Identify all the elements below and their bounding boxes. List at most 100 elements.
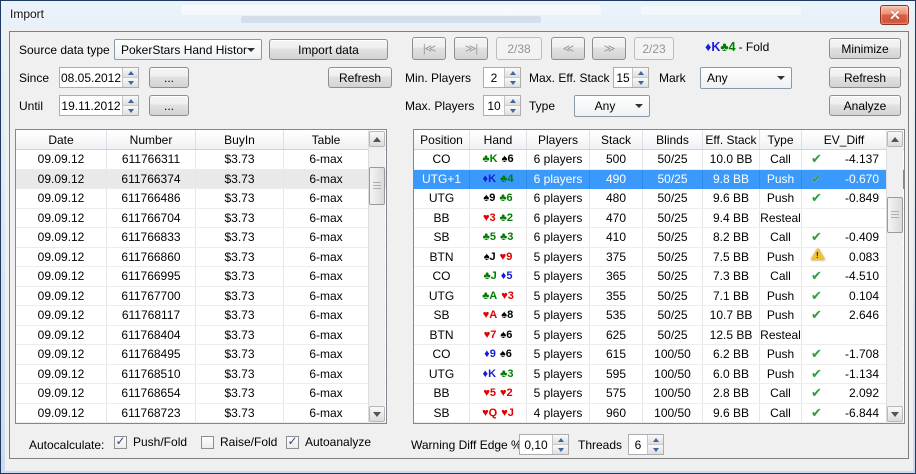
- column-header-players[interactable]: Players: [527, 130, 590, 149]
- scrollbar-thumb[interactable]: [887, 197, 903, 233]
- source-type-combobox[interactable]: PokerStars Hand History: [114, 39, 262, 60]
- column-header-position[interactable]: Position: [414, 130, 470, 149]
- raise-fold-checkbox[interactable]: Raise/Fold: [201, 435, 277, 449]
- scroll-up-icon[interactable]: [887, 131, 903, 147]
- hand-row[interactable]: CO♦9♠65 players615100/506.2 BBPush✔-1.70…: [414, 345, 904, 365]
- card-spade-6: ♠6: [500, 329, 512, 341]
- hand-row[interactable]: UTG+1♦K♣46 players49050/259.8 BBPush✔-0.…: [414, 170, 904, 190]
- hand-row[interactable]: CO♣K♠66 players50050/2510.0 BBCall✔-4.13…: [414, 150, 904, 170]
- push-fold-checkbox[interactable]: Push/Fold: [114, 435, 187, 449]
- minimize-button[interactable]: Minimize: [829, 38, 901, 59]
- table-cell: 5 players: [527, 306, 590, 325]
- column-header-number[interactable]: Number: [107, 130, 196, 149]
- tournament-row[interactable]: 09.09.12611766995$3.736-max: [16, 267, 386, 287]
- column-header-buyin[interactable]: BuyIn: [196, 130, 284, 149]
- prev-tournament-button[interactable]: ≪: [551, 37, 585, 60]
- tournament-row[interactable]: 09.09.12611768404$3.736-max: [16, 326, 386, 346]
- hand-row[interactable]: UTG♠9♣66 players48050/259.6 BBPush✔-0.84…: [414, 189, 904, 209]
- table-cell: 09.09.12: [16, 306, 107, 325]
- min-players-field[interactable]: 2: [483, 67, 521, 88]
- column-header-stack[interactable]: Stack: [590, 130, 643, 149]
- until-date-field[interactable]: 19.11.2012: [59, 95, 139, 116]
- card-heart-J: ♥J: [501, 407, 514, 419]
- tournament-row[interactable]: 09.09.12611766311$3.736-max: [16, 150, 386, 170]
- min-players-spinner[interactable]: [504, 68, 520, 87]
- table-cell: Push: [760, 365, 802, 384]
- card-diamond-K: ♦K: [483, 368, 497, 380]
- hand-row[interactable]: BB♥3♣26 players47050/259.4 BBResteal: [414, 209, 904, 229]
- last-hand-button[interactable]: ≫|: [454, 37, 488, 60]
- close-button[interactable]: [880, 5, 909, 25]
- tournament-row[interactable]: 09.09.12611766486$3.736-max: [16, 189, 386, 209]
- column-header-hand[interactable]: Hand: [470, 130, 527, 149]
- type-combobox[interactable]: Any: [574, 95, 650, 117]
- max-players-field[interactable]: 10: [483, 95, 521, 116]
- scroll-down-icon[interactable]: [369, 406, 385, 422]
- refresh-button[interactable]: Refresh: [328, 67, 392, 88]
- check-icon: ✔: [811, 346, 822, 362]
- checkbox-icon[interactable]: [286, 436, 299, 449]
- titlebar[interactable]: Import: [1, 1, 915, 28]
- import-data-button[interactable]: Import data: [269, 39, 388, 60]
- tournament-row[interactable]: 09.09.12611768510$3.736-max: [16, 365, 386, 385]
- analyze-button[interactable]: Analyze: [829, 95, 901, 116]
- tournament-row[interactable]: 09.09.12611768495$3.736-max: [16, 345, 386, 365]
- threads-spinner[interactable]: [647, 435, 663, 454]
- hand-row[interactable]: CO♣J♦55 players36550/257.3 BBCall✔-4.510: [414, 267, 904, 287]
- table-cell: 09.09.12: [16, 209, 107, 228]
- column-header-type[interactable]: Type: [760, 130, 802, 149]
- hands-scrollbar[interactable]: [886, 131, 903, 422]
- hand-row[interactable]: BTN♠J♥95 players37550/257.5 BBPush!0.083: [414, 248, 904, 268]
- check-icon: ✔: [811, 385, 822, 401]
- tournament-row[interactable]: 09.09.12611768723$3.736-max: [16, 404, 386, 424]
- column-header-table[interactable]: Table: [284, 130, 369, 149]
- hand-row[interactable]: UTG♣A♥35 players35550/257.1 BBPush✔0.104: [414, 287, 904, 307]
- table-cell: 6.2 BB: [703, 345, 760, 364]
- tournament-row[interactable]: 09.09.12611766704$3.736-max: [16, 209, 386, 229]
- scrollbar-thumb[interactable]: [369, 167, 385, 205]
- scroll-up-icon[interactable]: [369, 131, 385, 147]
- max-eff-stack-field[interactable]: 15: [613, 67, 649, 88]
- autoanalyze-checkbox[interactable]: Autoanalyze: [286, 435, 371, 449]
- tournament-row[interactable]: 09.09.12611767700$3.736-max: [16, 287, 386, 307]
- hand-row[interactable]: UTG♦K♣35 players595100/506.0 BBPush✔-1.1…: [414, 365, 904, 385]
- checkbox-icon[interactable]: [201, 436, 214, 449]
- warning-diff-edge-field[interactable]: 0,10: [519, 434, 569, 455]
- table-cell: 9.4 BB: [703, 209, 760, 228]
- since-date-spinner[interactable]: [122, 68, 138, 87]
- scroll-down-icon[interactable]: [887, 406, 903, 422]
- first-hand-button[interactable]: |≪: [412, 37, 446, 60]
- since-date-field[interactable]: 08.05.2012: [59, 67, 139, 88]
- column-header-ev-diff[interactable]: EV_Diff: [802, 130, 887, 149]
- refresh-right-button[interactable]: Refresh: [829, 67, 901, 88]
- table-cell: Push: [760, 170, 802, 189]
- tournament-row[interactable]: 09.09.12611768117$3.736-max: [16, 306, 386, 326]
- tournaments-scrollbar[interactable]: [368, 131, 385, 422]
- max-eff-stack-spinner[interactable]: [632, 68, 648, 87]
- mark-combobox[interactable]: Any: [700, 67, 792, 89]
- max-players-spinner[interactable]: [504, 96, 520, 115]
- warning-diff-edge-spinner[interactable]: [552, 435, 568, 454]
- threads-field[interactable]: 6: [628, 434, 664, 455]
- hand-row[interactable]: SB♥A♠85 players53550/2510.7 BBPush✔2.646: [414, 306, 904, 326]
- column-header-date[interactable]: Date: [16, 130, 107, 149]
- hand-row[interactable]: SB♣5♣36 players41050/258.2 BBCall✔-0.409: [414, 228, 904, 248]
- table-cell: 611766860: [107, 248, 196, 267]
- hand-row[interactable]: BB♥5♥25 players575100/502.8 BBCall✔2.092: [414, 384, 904, 404]
- tournament-row[interactable]: 09.09.12611768654$3.736-max: [16, 384, 386, 404]
- table-cell: 50/25: [643, 306, 703, 325]
- column-header-blinds[interactable]: Blinds: [643, 130, 703, 149]
- column-header-eff-stack[interactable]: Eff. Stack: [703, 130, 760, 149]
- table-cell: Push: [760, 306, 802, 325]
- hand-row[interactable]: BTN♥7♠65 players62550/2512.5 BBResteal: [414, 326, 904, 346]
- until-browse-button[interactable]: ...: [149, 95, 189, 116]
- ev-diff-value: -0.409: [845, 230, 879, 244]
- checkbox-icon[interactable]: [114, 436, 127, 449]
- until-date-spinner[interactable]: [122, 96, 138, 115]
- tournament-row[interactable]: 09.09.12611766860$3.736-max: [16, 248, 386, 268]
- next-tournament-button[interactable]: ≫: [592, 37, 626, 60]
- hand-row[interactable]: SB♥Q♥J4 players960100/509.6 BBCall✔-6.84…: [414, 404, 904, 424]
- tournament-row[interactable]: 09.09.12611766833$3.736-max: [16, 228, 386, 248]
- since-browse-button[interactable]: ...: [149, 67, 189, 88]
- tournament-row[interactable]: 09.09.12611766374$3.736-max: [16, 170, 386, 190]
